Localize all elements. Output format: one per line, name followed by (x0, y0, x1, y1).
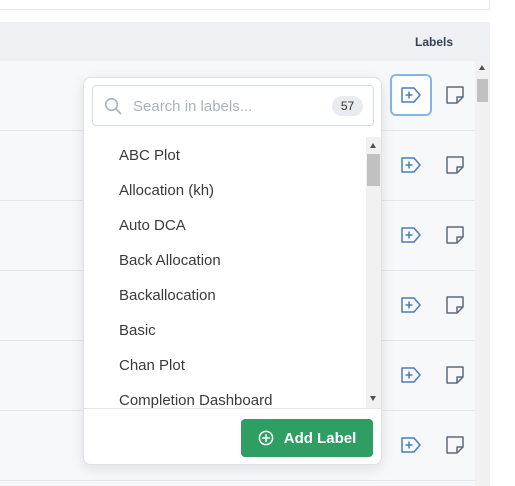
add-label-icon[interactable] (396, 290, 426, 320)
plus-circle-icon (258, 430, 274, 446)
note-icon[interactable] (440, 220, 470, 250)
labels-search-box[interactable]: 57 (92, 85, 374, 126)
labels-popover: 57 ABC PlotAllocation (kh)Auto DCABack A… (83, 77, 382, 465)
add-label-icon[interactable] (396, 360, 426, 390)
add-label-button-text: Add Label (283, 429, 357, 447)
add-label-icon[interactable] (396, 220, 426, 250)
label-option[interactable]: ABC Plot (84, 138, 366, 173)
labels-search-input[interactable] (133, 94, 318, 118)
popover-footer: Add Label (84, 408, 381, 464)
add-label-icon[interactable] (390, 74, 432, 116)
note-icon[interactable] (440, 360, 470, 390)
scroll-up-arrow[interactable] (479, 65, 485, 70)
label-option[interactable]: Basic (84, 313, 366, 348)
page-scrollbar[interactable] (475, 61, 490, 486)
scroll-down-arrow[interactable] (370, 396, 376, 401)
top-panel-edge (0, 0, 490, 10)
label-option[interactable]: Completion Dashboard (84, 383, 366, 408)
label-option[interactable]: Back Allocation (84, 243, 366, 278)
scroll-thumb[interactable] (367, 154, 380, 186)
scroll-thumb[interactable] (477, 79, 488, 102)
label-option[interactable]: Backallocation (84, 278, 366, 313)
note-icon[interactable] (440, 150, 470, 180)
labels-list: ABC Plot Allocation (kh) Auto DCA Back Allo… (84, 137, 381, 408)
scroll-up-arrow[interactable] (370, 143, 376, 148)
search-icon (104, 97, 122, 115)
add-label-icon[interactable] (396, 150, 426, 180)
labels-count-badge: 57 (332, 96, 363, 116)
note-icon[interactable] (440, 430, 470, 460)
labels-list-scrollbar[interactable] (366, 137, 381, 408)
label-option[interactable]: Chan Plot (84, 348, 366, 383)
label-option[interactable]: Auto DCA (84, 208, 366, 243)
labels-column-header: Labels (415, 35, 454, 49)
add-label-icon[interactable] (396, 430, 426, 460)
label-option[interactable]: Allocation (kh) (84, 173, 366, 208)
note-icon[interactable] (440, 80, 470, 110)
note-icon[interactable] (440, 290, 470, 320)
add-label-button[interactable]: Add Label (241, 419, 373, 457)
table-header: Labels (0, 22, 490, 61)
